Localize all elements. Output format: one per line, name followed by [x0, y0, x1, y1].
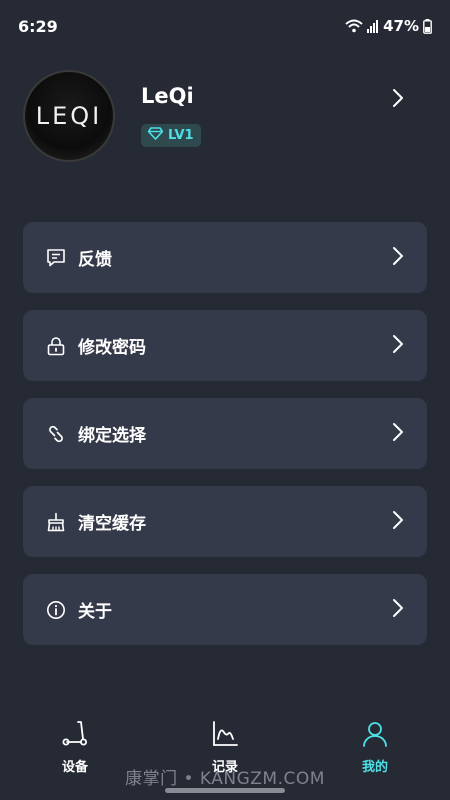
- level-label: LV1: [168, 128, 194, 143]
- avatar[interactable]: LEQI: [23, 70, 115, 162]
- menu-item-change-password[interactable]: 修改密码: [23, 310, 427, 381]
- menu-item-feedback[interactable]: 反馈: [23, 222, 427, 293]
- battery-icon: [423, 18, 432, 34]
- chevron-right-icon: [391, 598, 405, 622]
- chevron-right-icon: [391, 334, 405, 358]
- chevron-right-icon: [391, 510, 405, 534]
- wifi-icon: [345, 19, 363, 33]
- menu-label: 修改密码: [78, 338, 146, 358]
- broom-icon: [45, 511, 67, 533]
- status-indicators: 47%: [345, 17, 432, 35]
- chevron-right-icon: [391, 422, 405, 446]
- watermark: 康掌门 • KANGZM.COM: [125, 769, 325, 789]
- lock-icon: [45, 335, 67, 357]
- info-icon: [45, 599, 67, 621]
- signal-icon: [367, 19, 379, 33]
- profile-header[interactable]: LEQI LeQi LV1: [23, 70, 427, 166]
- status-bar: 6:29 47%: [0, 0, 450, 52]
- profile-name: LeQi: [141, 84, 194, 108]
- level-badge: LV1: [141, 124, 201, 147]
- link-icon: [45, 423, 67, 445]
- battery-percent: 47%: [383, 17, 419, 35]
- diamond-icon: [147, 127, 164, 144]
- person-icon: [361, 720, 389, 752]
- status-time: 6:29: [18, 16, 58, 36]
- menu-label: 反馈: [78, 250, 112, 270]
- home-indicator[interactable]: [165, 788, 285, 793]
- profile-info: LeQi LV1: [141, 84, 427, 147]
- menu-item-clear-cache[interactable]: 清空缓存: [23, 486, 427, 557]
- chevron-right-icon: [391, 246, 405, 270]
- menu-label: 关于: [78, 602, 112, 622]
- menu-label: 绑定选择: [78, 426, 146, 446]
- chart-icon: [211, 720, 239, 752]
- scooter-icon: [61, 720, 89, 752]
- menu-label: 清空缓存: [78, 514, 146, 534]
- chevron-right-icon[interactable]: [391, 88, 405, 112]
- feedback-icon: [45, 247, 67, 269]
- menu-item-about[interactable]: 关于: [23, 574, 427, 645]
- menu-item-binding[interactable]: 绑定选择: [23, 398, 427, 469]
